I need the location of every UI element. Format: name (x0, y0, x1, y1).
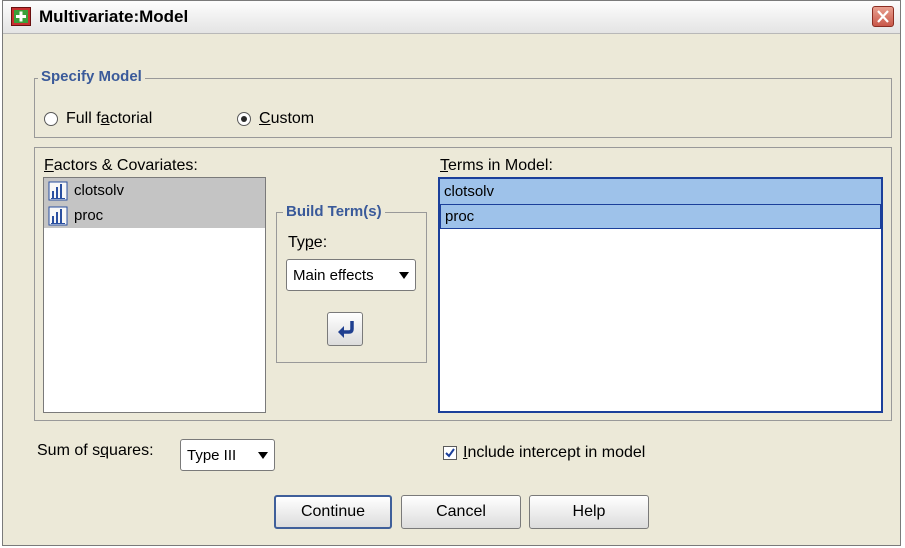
add-term-button[interactable] (327, 312, 363, 346)
sum-of-squares-select[interactable]: Type III (180, 439, 275, 471)
cancel-button[interactable]: Cancel (401, 495, 521, 529)
multivariate-model-dialog: Multivariate:Model Specify Model Full fa… (2, 0, 901, 546)
list-item[interactable]: clotsolv (440, 179, 881, 204)
include-intercept-label: Include intercept in model (463, 444, 646, 461)
help-label: Help (572, 503, 606, 520)
term-type-value: Main effects (293, 266, 374, 284)
list-item[interactable]: proc (44, 203, 265, 228)
scale-variable-icon (48, 206, 68, 225)
build-terms-legend: Build Term(s) (283, 203, 385, 220)
checkmark-icon (445, 448, 455, 458)
specify-model-legend: Specify Model (38, 68, 145, 85)
factor-label: clotsolv (74, 182, 125, 199)
radio-checked[interactable] (237, 112, 251, 126)
help-button[interactable]: Help (529, 495, 649, 529)
close-icon (877, 10, 889, 23)
scale-variable-icon (48, 181, 68, 200)
type-label: Type: (288, 234, 328, 251)
term-type-select[interactable]: Main effects (286, 259, 416, 291)
sum-of-squares-label: Sum of squares: (37, 442, 154, 459)
custom-label: Custom (259, 110, 315, 127)
terms-in-model-label: Terms in Model: (440, 157, 553, 174)
continue-label: Continue (300, 503, 366, 520)
checkbox-checked[interactable] (443, 446, 457, 460)
factors-covariates-list[interactable]: clotsolv proc (43, 177, 266, 413)
term-label: proc (445, 208, 475, 225)
chevron-down-icon (258, 452, 268, 459)
term-label: clotsolv (444, 183, 495, 200)
spss-model-icon (11, 7, 31, 26)
specify-model-group (34, 78, 892, 138)
cancel-label: Cancel (436, 503, 486, 520)
arrow-right-icon (338, 321, 354, 338)
radio-unchecked[interactable] (44, 112, 58, 126)
list-item[interactable]: clotsolv (44, 178, 265, 203)
window-title: Multivariate:Model (39, 7, 189, 26)
full-factorial-radio[interactable]: Full factorial (44, 110, 152, 128)
terms-in-model-list[interactable]: clotsolv proc (438, 177, 883, 413)
custom-radio[interactable]: Custom (237, 110, 314, 128)
close-button[interactable] (872, 6, 894, 27)
factors-covariates-label: Factors & Covariates: (44, 157, 198, 174)
continue-button[interactable]: Continue (274, 495, 392, 529)
include-intercept-checkbox[interactable]: Include intercept in model (443, 444, 645, 462)
full-factorial-label: Full factorial (66, 110, 153, 127)
chevron-down-icon (399, 272, 409, 279)
sum-of-squares-value: Type III (187, 446, 237, 464)
list-item[interactable]: proc (440, 204, 881, 229)
title-bar[interactable]: Multivariate:Model (3, 1, 900, 34)
factor-label: proc (74, 207, 104, 224)
